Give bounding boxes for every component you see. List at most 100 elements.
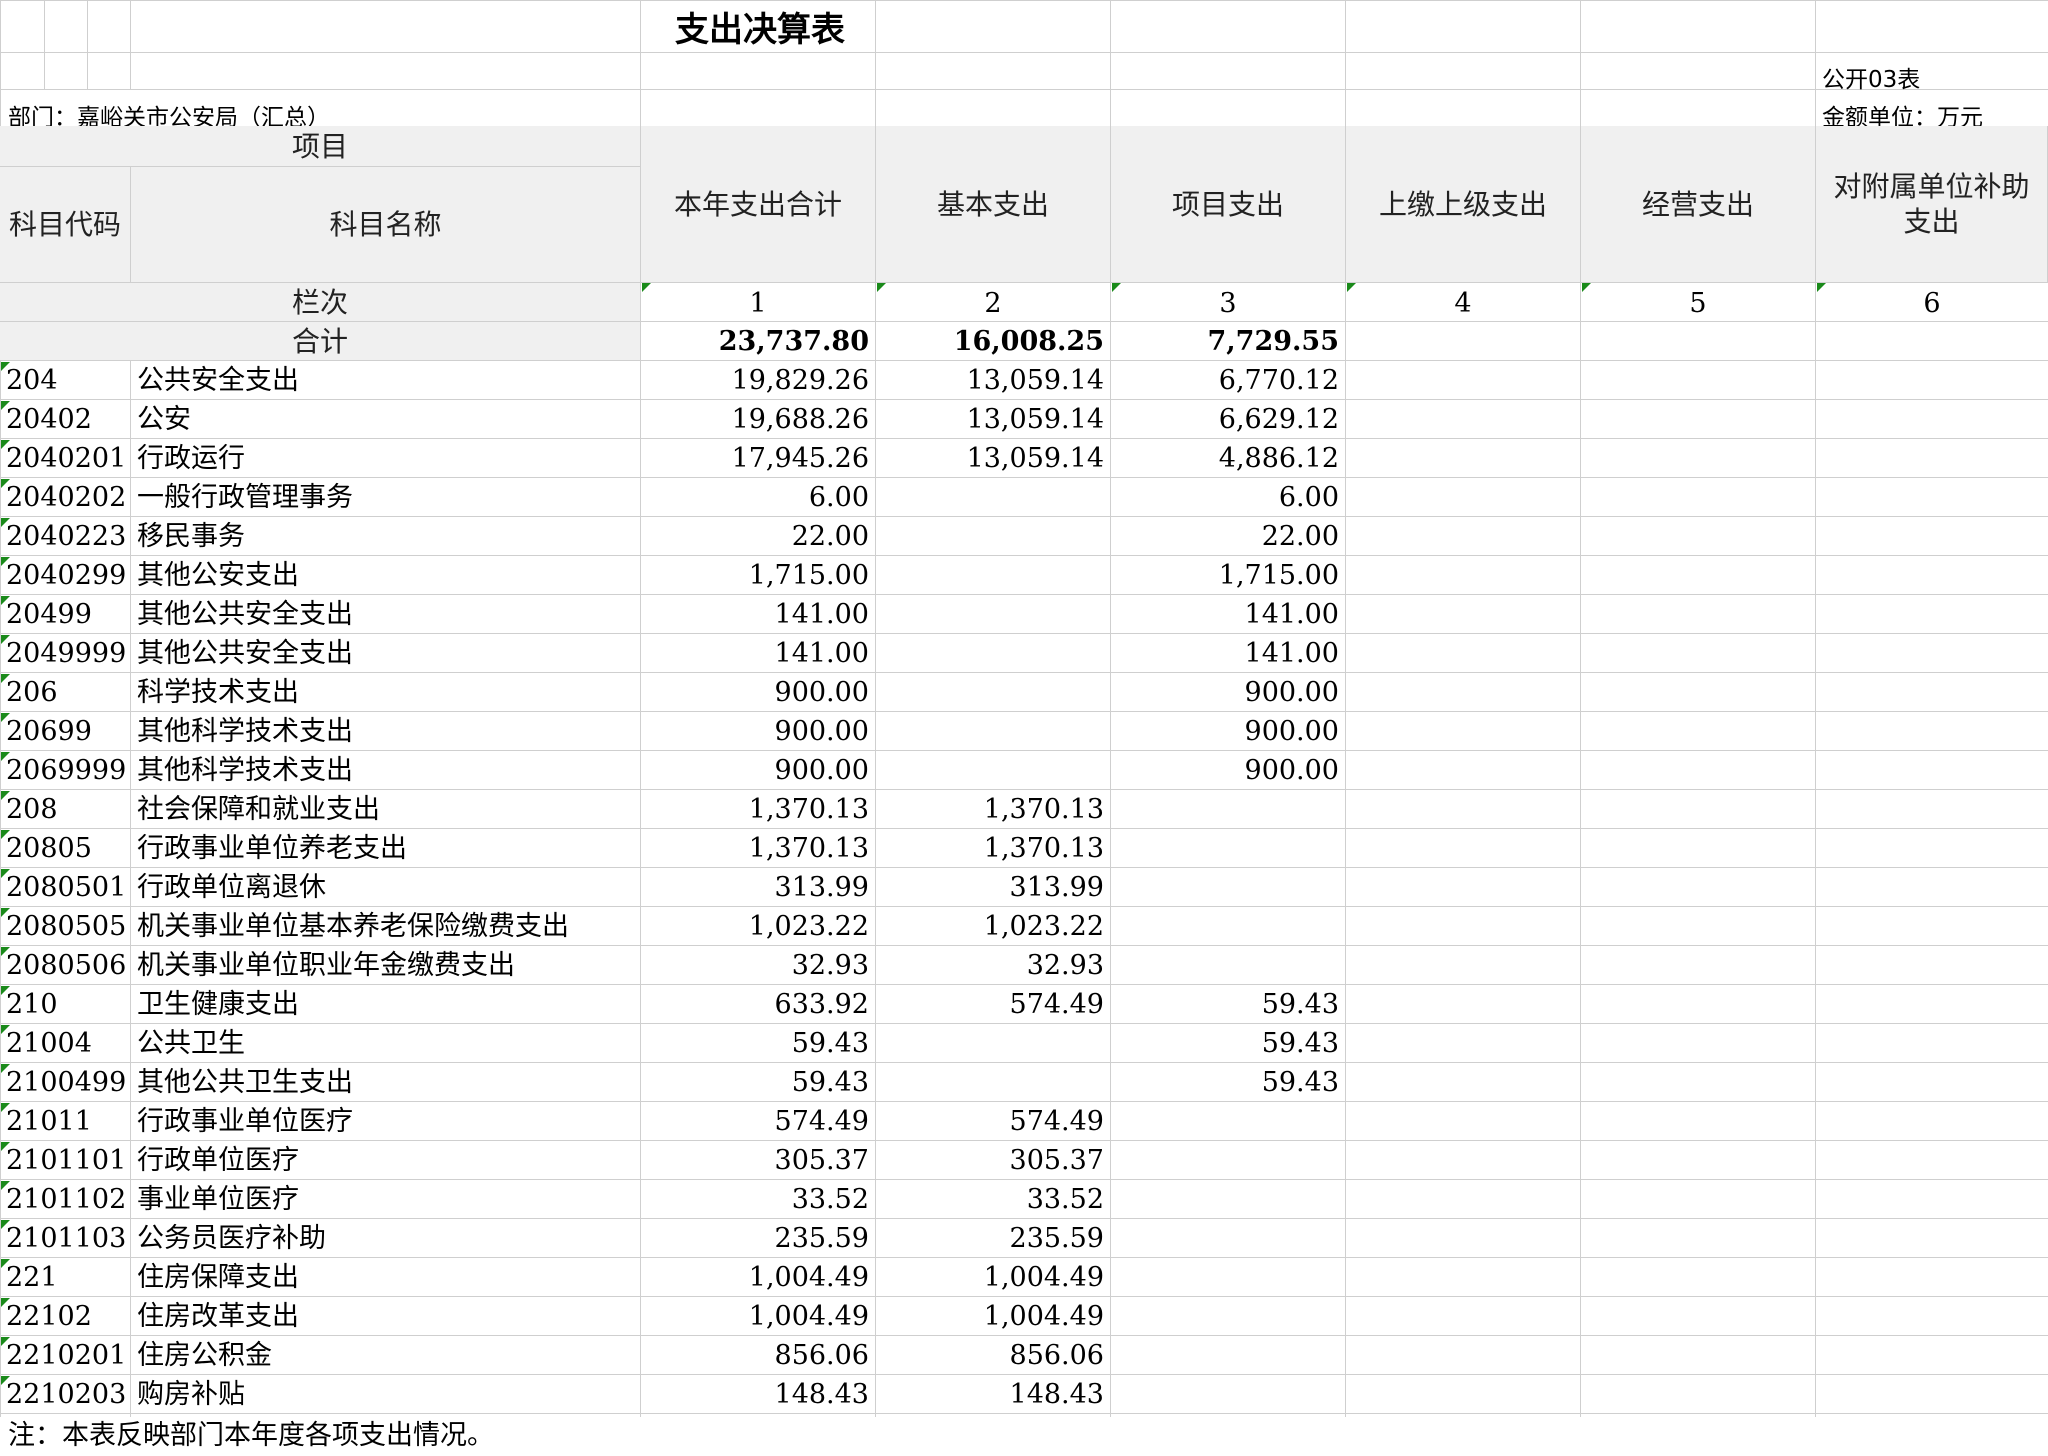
amount-cell[interactable]: [1581, 751, 1815, 789]
subject-code[interactable]: 20402: [0, 400, 130, 438]
amount-cell[interactable]: [1816, 712, 2048, 750]
amount-cell[interactable]: 32.93: [641, 946, 875, 984]
amount-cell[interactable]: 148.43: [876, 1375, 1110, 1413]
amount-cell[interactable]: [1581, 517, 1815, 555]
amount-cell[interactable]: [1346, 634, 1580, 672]
subject-name[interactable]: 其他公共安全支出: [131, 634, 641, 672]
amount-cell[interactable]: [1816, 439, 2048, 477]
amount-cell[interactable]: 900.00: [1111, 673, 1345, 711]
amount-cell[interactable]: [1346, 751, 1580, 789]
amount-cell[interactable]: 141.00: [1111, 634, 1345, 672]
amount-cell[interactable]: 59.43: [1111, 1024, 1345, 1062]
amount-cell[interactable]: 141.00: [641, 634, 875, 672]
amount-cell[interactable]: [1816, 400, 2048, 438]
amount-cell[interactable]: 1,004.49: [641, 1258, 875, 1296]
amount-cell[interactable]: [1581, 1219, 1815, 1257]
subject-code[interactable]: 2101103: [0, 1219, 130, 1257]
subject-code[interactable]: 2101101: [0, 1141, 130, 1179]
subject-code[interactable]: 2040201: [0, 439, 130, 477]
total-value[interactable]: [1581, 322, 1815, 360]
amount-cell[interactable]: [1816, 478, 2048, 516]
subject-code[interactable]: 2080501: [0, 868, 130, 906]
amount-cell[interactable]: [1111, 1375, 1345, 1413]
amount-cell[interactable]: [1346, 1063, 1580, 1101]
subject-code[interactable]: 208: [0, 790, 130, 828]
subject-name[interactable]: 行政事业单位养老支出: [131, 829, 641, 867]
amount-cell[interactable]: 574.49: [876, 1102, 1110, 1140]
amount-cell[interactable]: [1816, 1102, 2048, 1140]
amount-cell[interactable]: 235.59: [876, 1219, 1110, 1257]
amount-cell[interactable]: [1346, 1102, 1580, 1140]
amount-cell[interactable]: [1346, 1297, 1580, 1335]
amount-cell[interactable]: [1346, 361, 1580, 399]
amount-cell[interactable]: 22.00: [641, 517, 875, 555]
subject-code[interactable]: 20805: [0, 829, 130, 867]
amount-cell[interactable]: [1816, 946, 2048, 984]
total-value[interactable]: 7,729.55: [1111, 322, 1345, 360]
subject-code[interactable]: 20699: [0, 712, 130, 750]
subject-name[interactable]: 科学技术支出: [131, 673, 641, 711]
amount-cell[interactable]: 59.43: [641, 1063, 875, 1101]
amount-cell[interactable]: [1816, 1297, 2048, 1335]
subject-name[interactable]: 行政事业单位医疗: [131, 1102, 641, 1140]
amount-cell[interactable]: 574.49: [876, 985, 1110, 1023]
amount-cell[interactable]: [1581, 1375, 1815, 1413]
subject-code[interactable]: 2040202: [0, 478, 130, 516]
subject-name[interactable]: 其他科学技术支出: [131, 712, 641, 750]
amount-cell[interactable]: [1581, 1063, 1815, 1101]
amount-cell[interactable]: [876, 556, 1110, 594]
subject-code[interactable]: 21011: [0, 1102, 130, 1140]
amount-cell[interactable]: 6.00: [641, 478, 875, 516]
subject-name[interactable]: 其他科学技术支出: [131, 751, 641, 789]
amount-cell[interactable]: [1816, 1375, 2048, 1413]
amount-cell[interactable]: [1346, 868, 1580, 906]
amount-cell[interactable]: [876, 517, 1110, 555]
amount-cell[interactable]: [1111, 1258, 1345, 1296]
amount-cell[interactable]: [1111, 1102, 1345, 1140]
amount-cell[interactable]: [1111, 1180, 1345, 1218]
subject-name[interactable]: 卫生健康支出: [131, 985, 641, 1023]
amount-cell[interactable]: 1,370.13: [641, 790, 875, 828]
amount-cell[interactable]: [1346, 1375, 1580, 1413]
amount-cell[interactable]: [1581, 868, 1815, 906]
amount-cell[interactable]: [1816, 1258, 2048, 1296]
amount-cell[interactable]: 32.93: [876, 946, 1110, 984]
subject-name[interactable]: 住房公积金: [131, 1336, 641, 1374]
amount-cell[interactable]: [1816, 1336, 2048, 1374]
amount-cell[interactable]: [1111, 790, 1345, 828]
subject-name[interactable]: 一般行政管理事务: [131, 478, 641, 516]
amount-cell[interactable]: [1111, 1141, 1345, 1179]
amount-cell[interactable]: 900.00: [1111, 712, 1345, 750]
subject-code[interactable]: 20499: [0, 595, 130, 633]
amount-cell[interactable]: 17,945.26: [641, 439, 875, 477]
amount-cell[interactable]: 1,004.49: [876, 1297, 1110, 1335]
subject-name[interactable]: 事业单位医疗: [131, 1180, 641, 1218]
subject-name[interactable]: 移民事务: [131, 517, 641, 555]
amount-cell[interactable]: [1581, 400, 1815, 438]
amount-cell[interactable]: 574.49: [641, 1102, 875, 1140]
amount-cell[interactable]: 313.99: [876, 868, 1110, 906]
amount-cell[interactable]: [1816, 1063, 2048, 1101]
amount-cell[interactable]: [876, 673, 1110, 711]
total-value[interactable]: [1816, 322, 2048, 360]
amount-cell[interactable]: [1816, 829, 2048, 867]
amount-cell[interactable]: [1581, 595, 1815, 633]
subject-code[interactable]: 2069999: [0, 751, 130, 789]
subject-name[interactable]: 其他公共卫生支出: [131, 1063, 641, 1101]
amount-cell[interactable]: 59.43: [1111, 985, 1345, 1023]
amount-cell[interactable]: [1581, 712, 1815, 750]
amount-cell[interactable]: 13,059.14: [876, 400, 1110, 438]
amount-cell[interactable]: [1816, 517, 2048, 555]
subject-name[interactable]: 其他公共安全支出: [131, 595, 641, 633]
amount-cell[interactable]: 1,004.49: [641, 1297, 875, 1335]
amount-cell[interactable]: [1346, 829, 1580, 867]
subject-code[interactable]: 2100499: [0, 1063, 130, 1101]
subject-code[interactable]: 2101102: [0, 1180, 130, 1218]
amount-cell[interactable]: [876, 1063, 1110, 1101]
amount-cell[interactable]: 141.00: [641, 595, 875, 633]
amount-cell[interactable]: 19,688.26: [641, 400, 875, 438]
amount-cell[interactable]: 900.00: [641, 751, 875, 789]
amount-cell[interactable]: 1,715.00: [1111, 556, 1345, 594]
subject-name[interactable]: 购房补贴: [131, 1375, 641, 1413]
subject-name[interactable]: 机关事业单位基本养老保险缴费支出: [131, 907, 641, 945]
